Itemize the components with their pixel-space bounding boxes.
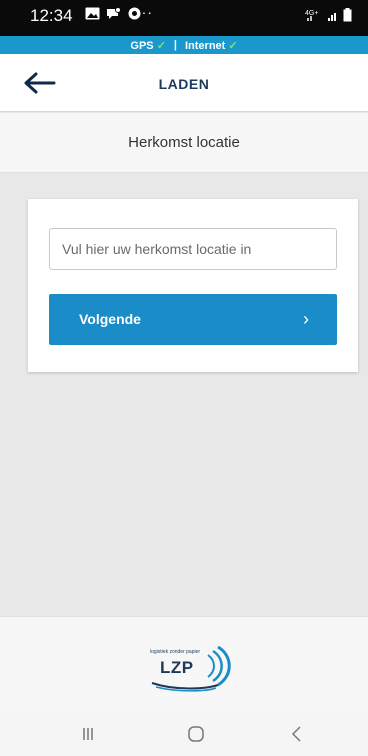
network-4g-icon: 4G+	[305, 10, 318, 21]
chevron-right-icon: ›	[303, 309, 309, 329]
recent-apps-icon[interactable]	[76, 722, 100, 746]
message-icon	[107, 7, 121, 19]
internet-status: Internet ✓	[184, 39, 238, 52]
gps-status: GPS ✓	[130, 39, 166, 52]
status-separator: |	[173, 39, 177, 51]
gallery-icon	[85, 7, 100, 20]
logo-tagline: logistiek zonder papier	[150, 649, 201, 655]
signal-icon	[328, 13, 336, 21]
status-time: 12:34	[30, 6, 73, 25]
origin-location-input[interactable]	[49, 228, 337, 270]
connection-status-bar: GPS ✓ | Internet ✓	[0, 36, 368, 54]
logo-text: LZP	[160, 658, 194, 677]
home-icon[interactable]	[184, 722, 208, 746]
system-icons: 4G+	[305, 8, 352, 22]
next-button[interactable]: Volgende ›	[49, 294, 337, 345]
app-header: LADEN	[0, 54, 368, 112]
notification-icons	[85, 7, 142, 20]
more-notifications: ···	[136, 4, 153, 20]
battery-icon	[343, 8, 352, 22]
system-navigation-bar	[0, 712, 368, 756]
back-icon[interactable]	[285, 722, 309, 746]
section-title: Herkomst locatie	[0, 113, 368, 173]
status-bar: 12:34 ··· 4G+	[0, 0, 368, 36]
next-button-label: Volgende	[79, 311, 141, 327]
page-title: LADEN	[158, 76, 210, 92]
gps-check-icon: ✓	[156, 39, 166, 52]
svg-text:4G+: 4G+	[305, 10, 318, 17]
lzp-logo: logistiek zonder papier LZP	[146, 641, 242, 693]
origin-form-card: Volgende ›	[28, 199, 358, 372]
internet-check-icon: ✓	[228, 39, 238, 52]
footer: logistiek zonder papier LZP	[0, 616, 368, 712]
